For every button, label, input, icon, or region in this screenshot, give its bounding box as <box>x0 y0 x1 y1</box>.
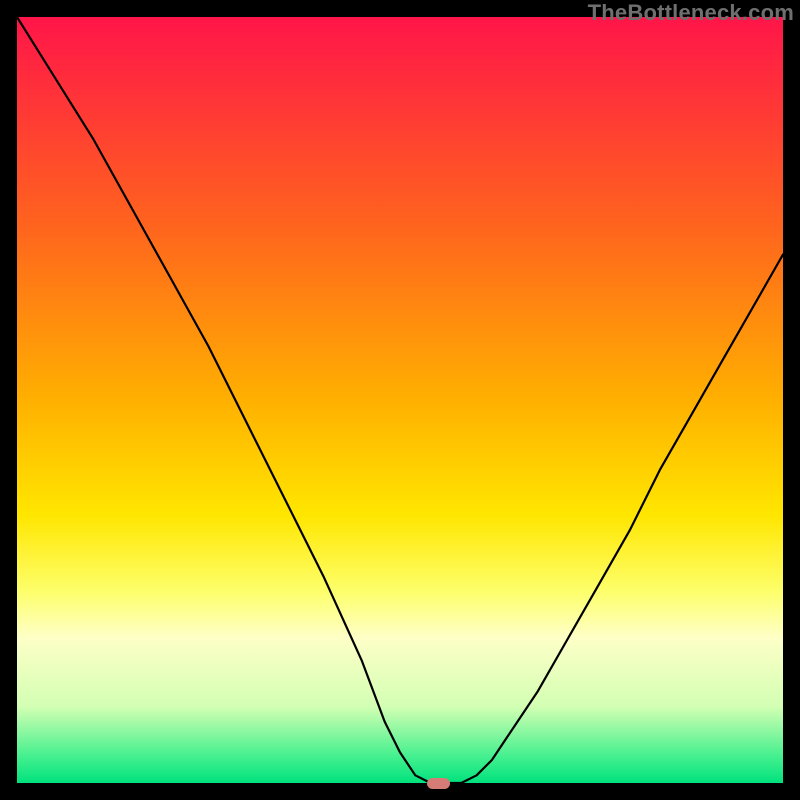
watermark-text: TheBottleneck.com <box>588 0 794 26</box>
plot-area <box>17 17 783 783</box>
valley-marker <box>427 778 450 789</box>
curve-svg <box>17 17 783 783</box>
curve-line <box>17 17 783 783</box>
chart-stage: TheBottleneck.com <box>0 0 800 800</box>
